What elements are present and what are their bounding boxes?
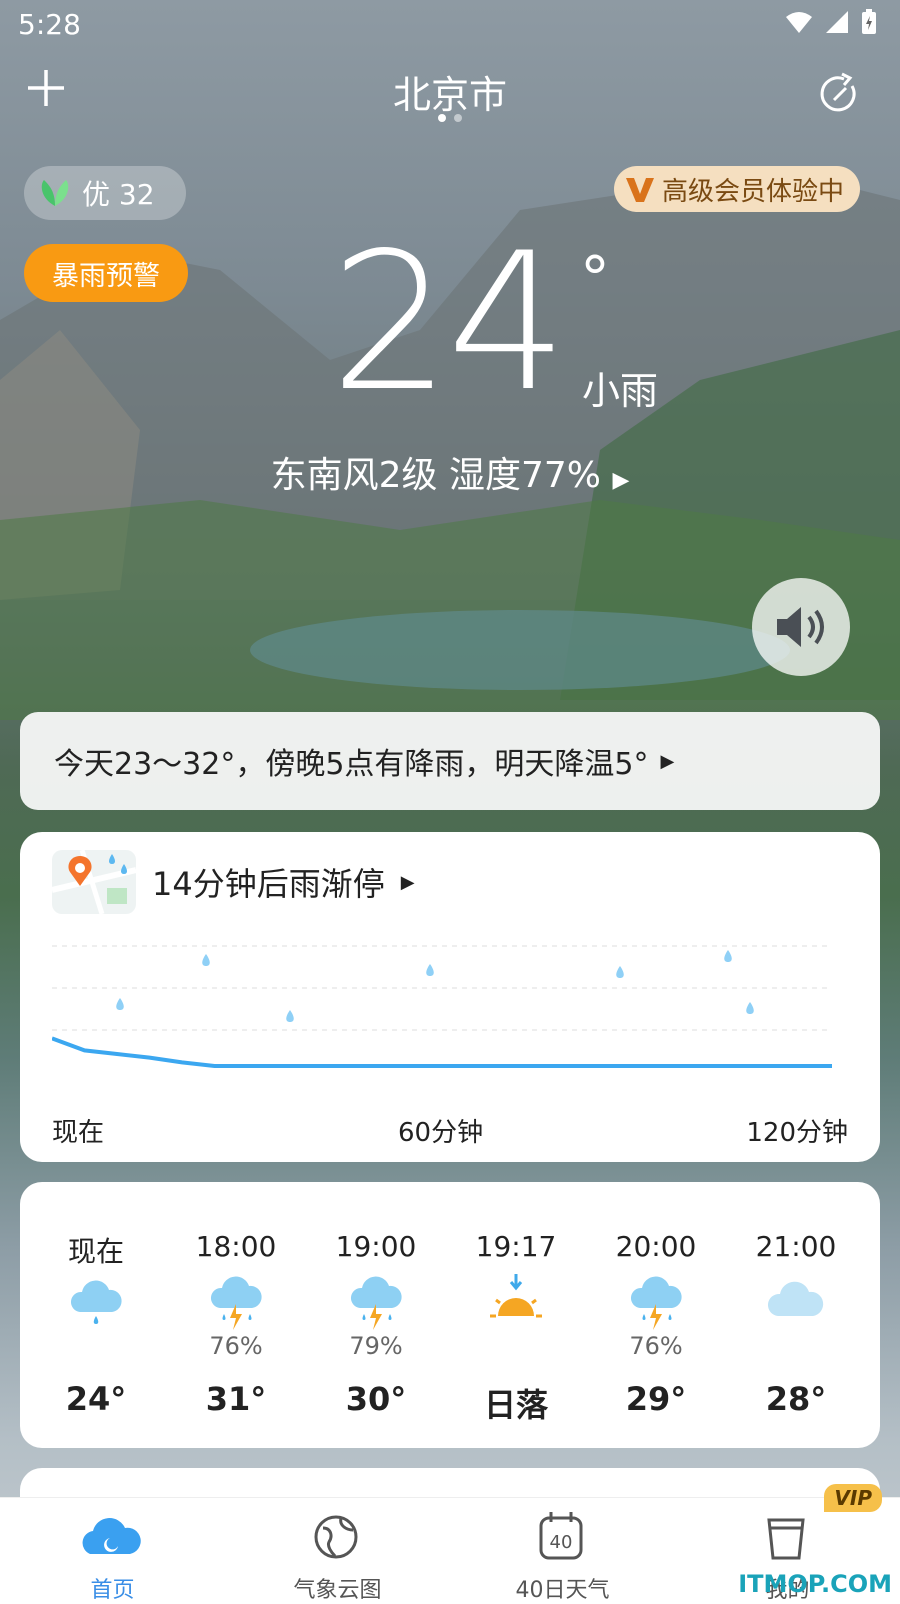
- battery-icon: [862, 9, 876, 34]
- hour-temp: 24°: [65, 1380, 127, 1418]
- hour-time: 21:00: [755, 1230, 837, 1263]
- daily-summary-link[interactable]: 今天23～32°，傍晚5点有降雨，明天降温5° ▶: [20, 712, 880, 810]
- speaker-icon: [777, 607, 824, 647]
- chevron-right-icon: ▶: [400, 871, 415, 893]
- weather-condition: 小雨: [582, 369, 659, 413]
- signal-icon: [826, 11, 848, 33]
- watermark: ITMOP.COM: [738, 1570, 892, 1598]
- voice-broadcast-button[interactable]: [752, 578, 850, 676]
- chevron-right-icon: ▶: [660, 750, 675, 772]
- hour-time: 现在: [67, 1235, 124, 1268]
- sunset-icon: [490, 1274, 542, 1318]
- aqi-badge[interactable]: 优 32: [24, 166, 186, 220]
- home-cloud-icon: [82, 1518, 141, 1554]
- bottom-nav: 首页 气象云图 40 40日天气 我的 VIP ITMOP.COM: [0, 1484, 900, 1603]
- axis-label-60: 60分钟: [398, 1118, 484, 1148]
- hour-precip: 79%: [349, 1332, 403, 1360]
- axis-label-now: 现在: [52, 1118, 105, 1148]
- nav-label: 气象云图: [293, 1578, 382, 1603]
- aqi-label: 优 32: [82, 178, 155, 211]
- leaf-icon: [41, 180, 69, 206]
- chevron-right-icon: ▶: [612, 468, 630, 493]
- city-title[interactable]: 北京市: [0, 64, 900, 119]
- raindrops-decoration: [116, 950, 754, 1022]
- refresh-icon[interactable]: [816, 72, 860, 116]
- hour-precip: 76%: [209, 1332, 263, 1360]
- vip-trial-badge[interactable]: 高级会员体验中: [613, 166, 860, 212]
- thunderstorm-icon: [210, 1276, 262, 1330]
- vip-v-icon: [625, 178, 654, 202]
- hour-temp: 31°: [205, 1380, 267, 1418]
- sunset-label: 日落: [483, 1386, 548, 1424]
- hour-temp: 30°: [345, 1380, 407, 1418]
- degree-symbol: °: [580, 244, 610, 314]
- rain-forecast-title: 14分钟后雨渐停: [152, 865, 385, 903]
- page-indicator: [0, 114, 900, 122]
- nav-label: 首页: [90, 1578, 135, 1603]
- thunderstorm-icon: [350, 1276, 402, 1330]
- svg-text:40: 40: [550, 1532, 573, 1553]
- page-dot: [454, 114, 462, 122]
- nav-label: 40日天气: [515, 1578, 610, 1603]
- wifi-icon: [786, 12, 812, 33]
- minute-rain-card[interactable]: 14分钟后雨渐停 ▶ 现在 60分钟 120分钟: [20, 832, 880, 1162]
- status-bar: 5:28: [0, 0, 900, 48]
- thunderstorm-icon: [630, 1276, 682, 1330]
- hour-time: 19:00: [335, 1230, 417, 1263]
- vip-trial-label: 高级会员体验中: [661, 176, 844, 207]
- summary-text: 今天23～32°，傍晚5点有降雨，明天降温5°: [54, 747, 649, 782]
- rainstorm-warning-button[interactable]: 暴雨预警: [24, 244, 188, 302]
- rain-map-icon: [52, 850, 136, 914]
- wind-humidity-link[interactable]: 东南风2级 湿度77% ▶: [0, 446, 900, 498]
- rain-intensity-line: [52, 1036, 832, 1068]
- wind-humidity-text: 东南风2级 湿度77%: [270, 455, 601, 496]
- profile-cup-icon: [767, 1518, 805, 1560]
- rain-cloud-icon: [70, 1280, 122, 1324]
- vip-badge: VIP: [824, 1484, 882, 1512]
- calendar-40-icon: 40: [539, 1512, 583, 1560]
- globe-icon: [314, 1515, 358, 1559]
- hour-precip: 76%: [629, 1332, 683, 1360]
- hour-time: 19:17: [475, 1230, 557, 1263]
- rain-chart: [52, 945, 832, 1068]
- status-time: 5:28: [18, 8, 81, 41]
- hourly-forecast-card[interactable]: 现在 24° 18:00 76% 31° 19:00 79% 30° 19:17: [20, 1182, 880, 1448]
- current-temperature: 24: [330, 212, 568, 433]
- hour-time: 20:00: [615, 1230, 697, 1263]
- warning-label: 暴雨预警: [52, 260, 160, 292]
- hour-temp: 28°: [765, 1380, 827, 1418]
- page-dot-active: [438, 114, 446, 122]
- hour-time: 18:00: [195, 1230, 277, 1263]
- hour-temp: 29°: [625, 1380, 687, 1418]
- axis-label-120: 120分钟: [746, 1118, 848, 1148]
- cloud-icon: [767, 1281, 824, 1316]
